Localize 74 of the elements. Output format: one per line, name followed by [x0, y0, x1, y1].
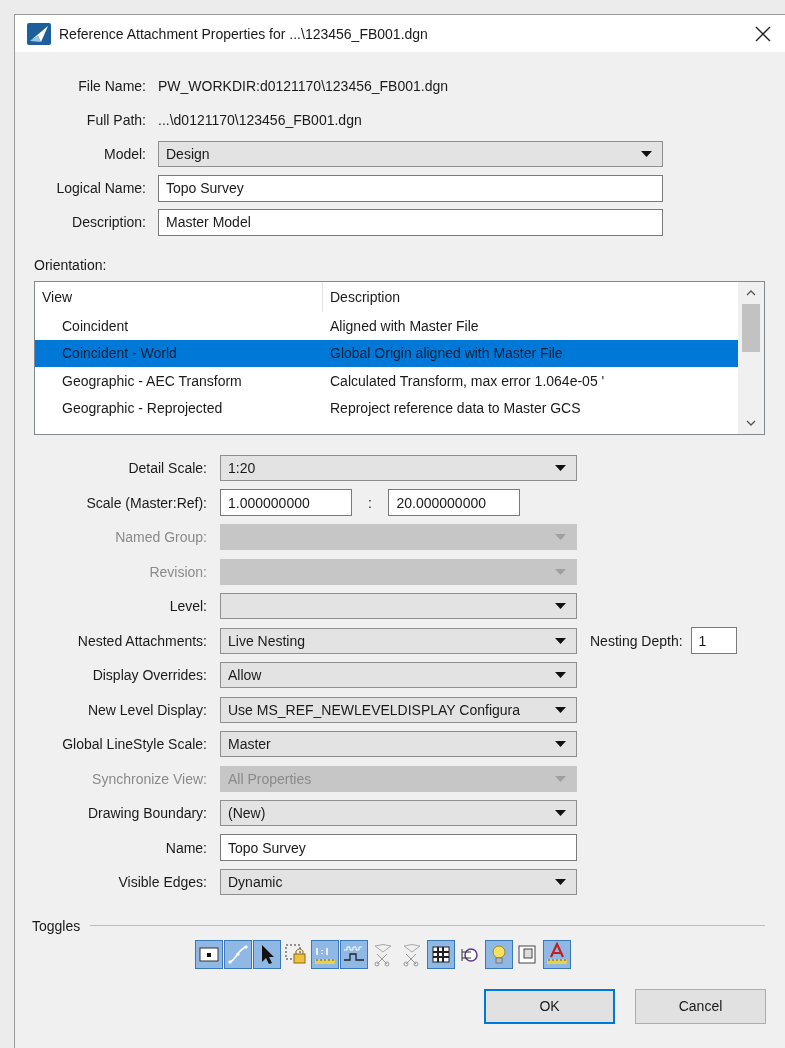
caret-icon: [641, 151, 652, 157]
caret-icon: [555, 741, 566, 748]
text-field[interactable]: Master Model: [158, 208, 663, 236]
caret-icon: [555, 568, 566, 575]
dropdown[interactable]: (New): [220, 800, 577, 827]
caret-icon: [555, 534, 566, 541]
dropdown[interactable]: Live Nesting: [220, 627, 577, 654]
list-row[interactable]: Geographic - AEC Transform Calculated Transform, max error 1.064e-05 ': [35, 367, 738, 395]
field-label: Model:: [102, 146, 146, 162]
dropdown[interactable]: [220, 593, 577, 620]
caret-icon: [555, 775, 566, 782]
field-label: Nesting Depth:: [590, 632, 683, 649]
field-label: Level:: [168, 598, 207, 615]
scroll-down-icon[interactable]: [746, 420, 756, 426]
field-value: ...\d0121170\123456_FB001.dgn: [158, 112, 363, 128]
column-header[interactable]: Description: [323, 282, 738, 312]
section-label: Orientation:: [34, 256, 108, 275]
dropdown[interactable]: Dynamic: [220, 869, 577, 896]
group-label: Toggles: [32, 917, 81, 934]
field-label: Global LineStyle Scale:: [61, 736, 207, 753]
text-field[interactable]: Topo Survey: [220, 834, 577, 862]
dropdown[interactable]: Master: [220, 731, 577, 758]
scroll-up-icon[interactable]: [746, 290, 756, 296]
list-row[interactable]: Geographic - Reprojected Reproject reference data to Master GCS: [35, 394, 738, 422]
caret-icon: [555, 603, 566, 610]
toggle-scale-icon[interactable]: [311, 939, 339, 969]
text-field[interactable]: Topo Survey: [158, 174, 663, 202]
field-label: Named Group:: [114, 529, 207, 546]
dialog-button[interactable]: OK: [484, 988, 615, 1024]
field-label: Description:: [71, 214, 146, 230]
caret-icon: [555, 810, 566, 817]
field-label: Scale (Master:Ref):: [85, 494, 207, 511]
caret-icon: [555, 465, 566, 472]
dropdown[interactable]: Allow: [220, 662, 577, 689]
toggle-window-icon[interactable]: [195, 939, 223, 969]
text-field[interactable]: 20.000000000: [388, 489, 520, 517]
dropdown[interactable]: 1:20: [220, 455, 577, 482]
field-label: File Name:: [77, 78, 146, 94]
field-label: Name:: [164, 839, 207, 856]
field-label: Full Path:: [85, 112, 146, 128]
app-logo-icon: [27, 22, 51, 45]
field-label: Logical Name:: [55, 180, 146, 196]
toggle-wave-icon[interactable]: [340, 939, 368, 969]
field-label: Revision:: [148, 563, 207, 580]
toggle-grid-icon[interactable]: [427, 939, 455, 969]
field-label: Nested Attachments:: [76, 632, 207, 649]
caret-icon: [555, 672, 566, 679]
scrollbar[interactable]: [738, 282, 764, 434]
window-title: Reference Attachment Properties for ...\123456_FB001.dgn: [59, 25, 429, 42]
toggle-curve-icon[interactable]: [224, 939, 252, 969]
dropdown[interactable]: Design: [158, 141, 663, 167]
field-value: PW_WORKDIR:d0121170\123456_FB001.dgn: [158, 78, 450, 94]
close-icon[interactable]: [755, 25, 771, 42]
list-row[interactable]: Coincident - World Global Origin aligned with Master File: [35, 339, 738, 367]
ratio-separator: :: [367, 494, 373, 511]
text-field[interactable]: 1.000000000: [220, 489, 352, 517]
list-row[interactable]: Coincident Aligned with Master File: [35, 312, 738, 340]
field-label: Detail Scale:: [127, 460, 207, 477]
caret-icon: [555, 706, 566, 713]
toggle-pointer-icon[interactable]: [253, 939, 281, 969]
caret-icon: [555, 637, 566, 644]
column-header[interactable]: View: [35, 282, 323, 312]
field-label: Drawing Boundary:: [86, 805, 207, 822]
toggle-bulb-icon[interactable]: [485, 939, 513, 969]
field-label: Synchronize View:: [91, 770, 207, 787]
text-field[interactable]: 1: [690, 627, 737, 655]
field-label: Display Overrides:: [91, 667, 207, 684]
toggle-letter-icon[interactable]: [543, 939, 571, 969]
caret-icon: [555, 879, 566, 886]
field-label: Visible Edges:: [117, 874, 207, 891]
dropdown[interactable]: Use MS_REF_NEWLEVELDISPLAY Configura: [220, 696, 577, 723]
dialog-button[interactable]: Cancel: [635, 988, 766, 1024]
field-label: New Level Display:: [86, 701, 207, 718]
scroll-thumb[interactable]: [742, 304, 760, 352]
